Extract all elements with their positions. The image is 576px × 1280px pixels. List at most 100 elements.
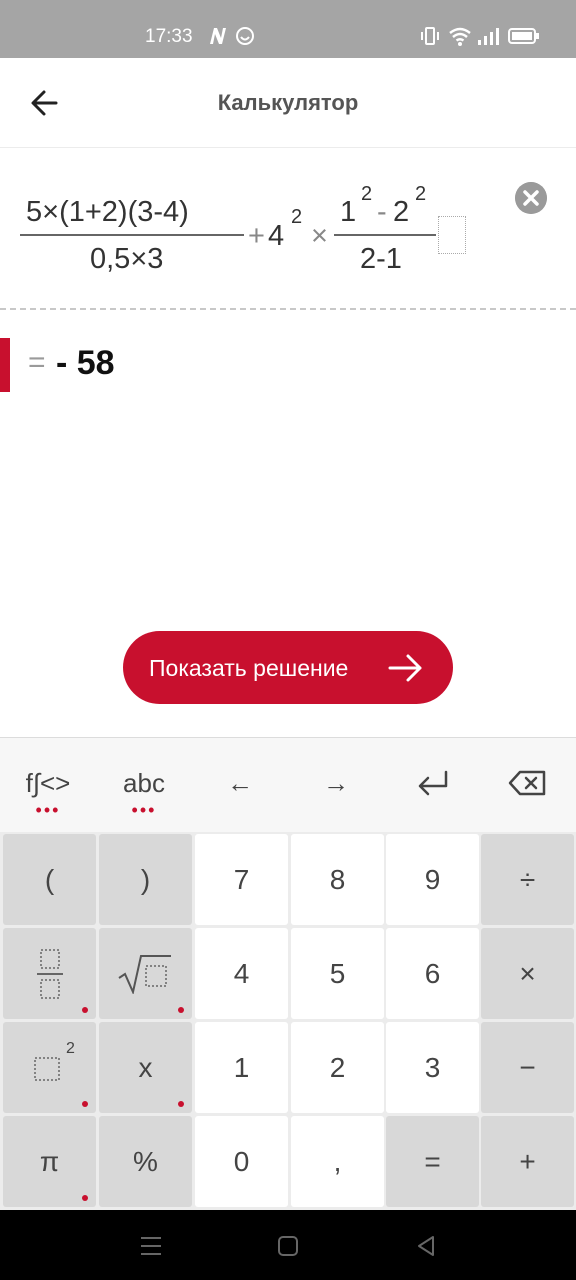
wifi-icon [449,27,471,46]
key-1[interactable]: 1 [195,1022,288,1113]
square-template-icon [34,1057,60,1081]
more-options-dot [82,1101,88,1107]
emoji-icon [236,27,254,45]
power-exponent: 2 [291,206,303,228]
more-options-dot [178,1101,184,1107]
key-minus[interactable]: − [481,1022,574,1113]
home-icon[interactable] [276,1234,300,1258]
vibrate-icon [421,27,439,45]
letters-tab-dots: ••• [131,800,157,820]
more-options-dot [178,1007,184,1013]
more-options-dot [82,1195,88,1201]
fraction1-numerator: 5×(1+2)(3-4) [26,196,189,228]
back-triangle-icon[interactable] [414,1234,438,1258]
key-5-label: 5 [329,958,346,989]
times-operator: × [311,220,328,252]
key-4-label: 4 [233,958,250,989]
key-percent-label: % [133,1146,158,1177]
key-fraction[interactable] [3,928,96,1019]
functions-tab-dots: ••• [35,800,61,820]
cursor-right-label: → [323,768,349,798]
key-pi-label: π [39,1146,60,1177]
key-4[interactable]: 4 [195,928,288,1019]
key-equals-label: = [424,1146,441,1177]
result-equals: = [28,346,46,379]
signal-icon [478,28,499,45]
input-placeholder-box[interactable] [438,216,466,254]
key-divide[interactable]: ÷ [481,834,574,925]
fraction2-denominator: 2-1 [360,243,402,275]
enter-icon [418,770,448,796]
key-percent[interactable]: % [99,1116,192,1207]
fraction2-numerator-b-exponent: 2 [415,183,427,205]
menu-icon[interactable] [138,1234,164,1258]
cursor-left-button[interactable]: ← [192,738,288,832]
key-equals[interactable]: = [386,1116,479,1207]
key-open-paren-label: ( [44,864,55,895]
square-exponent: 2 [66,1040,75,1057]
fraction2-numerator-a: 1 [340,196,357,228]
cursor-left-label: ← [227,768,253,798]
result-value: - 58 [56,344,115,382]
result-marker [0,338,10,392]
keyboard-top-row: f∫<> ••• abc ••• ← → [0,738,576,832]
fraction-template-icon [37,949,63,999]
enter-button[interactable] [384,738,480,832]
key-multiply-label: × [519,958,536,989]
key-7-label: 7 [233,864,250,895]
fraction2-numerator-minus: - [377,196,387,228]
key-0-label: 0 [233,1146,250,1177]
key-8[interactable]: 8 [291,834,384,925]
key-x[interactable]: x [99,1022,192,1113]
fraction1-denominator: 0,5×3 [90,243,164,275]
key-3[interactable]: 3 [386,1022,479,1113]
key-sqrt[interactable] [99,928,192,1019]
status-time: 17:33 [145,26,193,47]
app-bar: Калькулятор [0,58,576,148]
key-2[interactable]: 2 [291,1022,384,1113]
show-solution-label: Показать решение [149,655,349,681]
functions-tab[interactable]: f∫<> ••• [0,738,96,832]
key-0[interactable]: 0 [195,1116,288,1207]
letters-tab-label: abc [123,768,165,798]
n-logo-icon [210,28,226,44]
key-plus-label: + [519,1146,536,1177]
key-minus-label: − [519,1052,536,1083]
key-5[interactable]: 5 [291,928,384,1019]
clear-icon[interactable] [515,182,547,214]
backspace-button[interactable] [480,738,576,832]
key-6-label: 6 [424,958,441,989]
key-open-paren[interactable]: ( [3,834,96,925]
key-close-paren[interactable]: ) [99,834,192,925]
key-3-label: 3 [424,1052,441,1083]
key-close-paren-label: ) [140,864,151,895]
show-solution-button[interactable]: Показать решение [123,631,453,704]
key-divide-label: ÷ [519,864,536,895]
math-keyboard: f∫<> ••• abc ••• ← → ( ) 7 8 9 ÷ 4 5 6 ×… [0,737,576,1210]
fraction2-numerator-a-exponent: 2 [361,183,373,205]
fraction2-bar [334,234,436,236]
sqrt-template-icon [118,955,171,994]
system-nav-bar [0,1210,576,1280]
power-base: 4 [268,220,285,252]
key-comma[interactable]: , [291,1116,384,1207]
more-options-dot [82,1007,88,1013]
arrow-right-icon [388,654,422,682]
key-8-label: 8 [329,864,346,895]
key-6[interactable]: 6 [386,928,479,1019]
key-9[interactable]: 9 [386,834,479,925]
status-bar: 17:33 [0,0,576,58]
fraction1-bar [20,234,244,236]
key-plus[interactable]: + [481,1116,574,1207]
expression-separator [0,308,576,310]
key-pi[interactable]: π [3,1116,96,1207]
key-square[interactable]: 2 [3,1022,96,1113]
key-multiply[interactable]: × [481,928,574,1019]
cursor-right-button[interactable]: → [288,738,384,832]
key-7[interactable]: 7 [195,834,288,925]
key-1-label: 1 [233,1052,250,1083]
letters-tab[interactable]: abc ••• [96,738,192,832]
backspace-icon [508,770,546,796]
key-x-label: x [138,1052,153,1083]
plus-operator: + [248,220,265,252]
